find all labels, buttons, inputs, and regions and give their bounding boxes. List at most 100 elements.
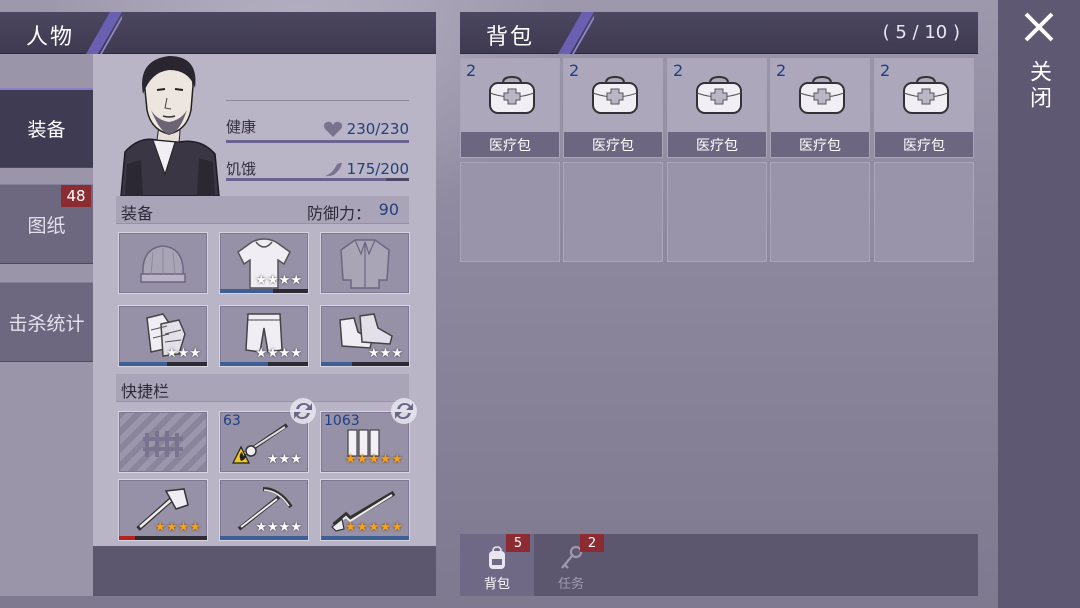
stat-divider	[226, 100, 409, 101]
bag-slot[interactable]: 2 医疗包	[460, 58, 560, 158]
tab-quests[interactable]: 2 任务	[534, 534, 608, 596]
medkit-icon	[489, 75, 535, 114]
item-name: 医疗包	[771, 132, 869, 157]
equip-slot-pants[interactable]: ★★★★	[219, 305, 309, 367]
health-label: 健康	[226, 118, 257, 136]
durability-fill	[119, 362, 168, 366]
defense-value: 90	[378, 200, 399, 219]
backpack-panel: 背包 ( 5 / 10 ) 2 医疗包 2 医疗包 2 医疗包 2 医疗包 2 …	[460, 12, 978, 596]
backpack-title: 背包	[486, 25, 535, 50]
item-count: 2	[673, 61, 684, 80]
durability-fill	[321, 536, 409, 540]
defense-label: 防御力：	[306, 204, 371, 223]
title-accent-icon	[86, 12, 122, 54]
tab-equipment-label: 装备	[27, 119, 66, 141]
quick-slot-axe[interactable]: ★★★★	[118, 479, 208, 541]
durability-fill	[220, 289, 273, 293]
health-value: 230/230	[346, 120, 409, 138]
durability-fill	[220, 362, 269, 366]
swap-icon[interactable]	[288, 396, 318, 426]
quick-slot-locked[interactable]	[118, 411, 208, 473]
character-title-bar: 人物	[0, 12, 436, 54]
item-name: 医疗包	[461, 132, 559, 157]
character-portrait	[120, 56, 220, 196]
durability-fill	[321, 362, 352, 366]
flamethrower-stars: ★★★	[267, 452, 302, 467]
health-bar	[226, 140, 409, 143]
gloves-stars: ★★★	[166, 346, 201, 361]
hunger-value: 175/200	[346, 160, 409, 178]
bag-slot-empty[interactable]	[874, 162, 974, 262]
tab-equipment[interactable]: 装备	[0, 88, 93, 168]
bag-slot-empty[interactable]	[667, 162, 767, 262]
equip-slot-jacket[interactable]	[320, 232, 410, 294]
item-name: 医疗包	[564, 132, 662, 157]
health-bar-fill	[226, 140, 409, 143]
pickaxe-stars: ★★★★	[255, 520, 302, 535]
equip-slot-shirt[interactable]: ★★★★	[219, 232, 309, 294]
medkit-icon	[696, 75, 742, 114]
tab-backpack[interactable]: 5 背包	[460, 534, 534, 596]
axe-stars: ★★★★	[154, 520, 201, 535]
hunger-label: 饥饿	[226, 160, 257, 178]
close-label[interactable]: 关闭	[1024, 60, 1054, 112]
quickbar-label: 快捷栏	[121, 382, 170, 401]
health-stat: 健康 230/230	[226, 100, 409, 143]
axe-durability	[119, 536, 207, 540]
equipment-label: 装备	[121, 204, 154, 223]
equip-slot-shoes[interactable]: ★★★	[320, 305, 410, 367]
hunger-icon	[325, 162, 342, 177]
shoes-stars: ★★★	[368, 346, 403, 361]
bag-slot[interactable]: 2 医疗包	[563, 58, 663, 158]
durability-fill	[220, 536, 308, 540]
medkit-icon	[592, 75, 638, 114]
tab-kill-stats-label: 击杀统计	[8, 312, 85, 335]
tab-backpack-label: 背包	[483, 577, 510, 592]
bag-slot[interactable]: 2 医疗包	[667, 58, 767, 158]
quests-badge: 2	[580, 534, 604, 552]
item-count: 2	[776, 61, 787, 80]
equip-slot-hat[interactable]	[118, 232, 208, 294]
bag-slot[interactable]: 2 医疗包	[770, 58, 870, 158]
quick-slot-shotgun[interactable]: ★★★★★	[320, 479, 410, 541]
tab-quests-label: 任务	[557, 577, 584, 592]
bag-slot-empty[interactable]	[770, 162, 870, 262]
character-panel: 人物 装备 图纸 48 击杀统计 健康 230/230 饥饿 175/200 装…	[0, 12, 436, 596]
swap-icon[interactable]	[389, 396, 419, 426]
bag-slot-empty[interactable]	[460, 162, 560, 262]
bag-slot-empty[interactable]	[563, 162, 663, 262]
hunger-bar	[226, 178, 409, 181]
ammo-stars: ★★★★★	[344, 452, 403, 467]
bag-slot[interactable]: 2 医疗包	[874, 58, 974, 158]
item-name: 医疗包	[668, 132, 766, 157]
title-accent-icon	[558, 12, 594, 54]
close-column[interactable]: 关闭	[998, 0, 1080, 608]
locked-fence-icon	[143, 431, 183, 457]
character-title: 人物	[26, 25, 75, 50]
tab-kill-stats[interactable]: 击杀统计	[0, 282, 93, 362]
item-count: 2	[880, 61, 891, 80]
shirt-stars: ★★★★	[255, 273, 302, 288]
pants-stars: ★★★★	[255, 346, 302, 361]
quick-slot-pickaxe[interactable]: ★★★★	[219, 479, 309, 541]
pants-durability	[220, 362, 308, 366]
blueprints-badge: 48	[61, 185, 91, 207]
medkit-icon	[799, 75, 845, 114]
jacket-icon	[340, 239, 390, 289]
backpack-tab-bar: 5 背包 2 任务	[460, 534, 978, 596]
backpack-title-bar: 背包 ( 5 / 10 )	[460, 12, 978, 54]
hunger-stat: 饥饿 175/200	[226, 148, 409, 181]
close-icon[interactable]	[1022, 10, 1056, 44]
equipment-header: 装备 防御力： 90	[116, 196, 409, 224]
shotgun-stars: ★★★★★	[344, 520, 403, 535]
shotgun-durability	[321, 536, 409, 540]
gloves-durability	[119, 362, 207, 366]
tab-blueprints[interactable]: 图纸 48	[0, 184, 93, 264]
pickaxe-durability	[220, 536, 308, 540]
equip-slot-gloves[interactable]: ★★★	[118, 305, 208, 367]
backpack-badge: 5	[506, 534, 530, 552]
beanie-icon	[140, 245, 186, 283]
item-name: 医疗包	[875, 132, 973, 157]
shoes-durability	[321, 362, 409, 366]
heart-icon	[323, 121, 343, 137]
